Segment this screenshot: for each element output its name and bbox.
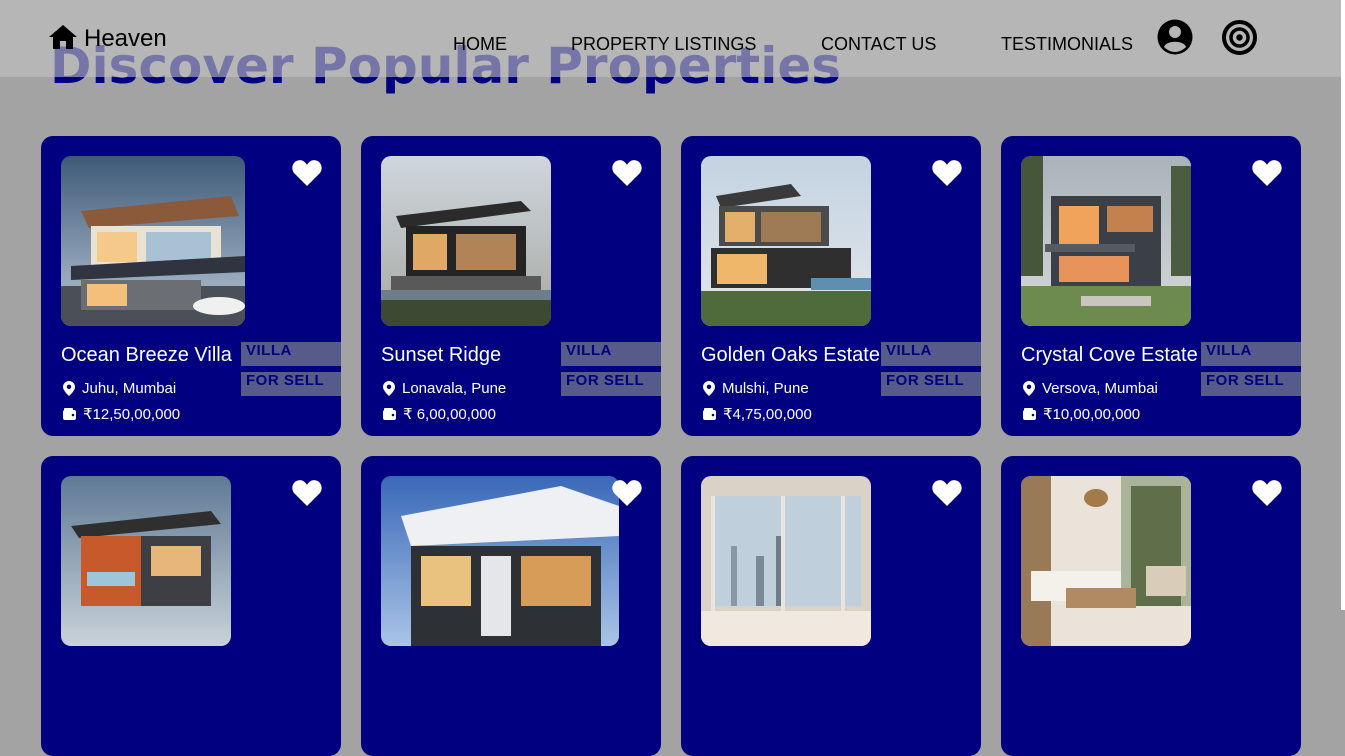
- brand-name: Heaven: [84, 25, 167, 52]
- wallet-icon: [63, 408, 76, 420]
- property-image: [61, 476, 231, 646]
- favorite-heart-icon[interactable]: [931, 478, 963, 508]
- property-title: Ocean Breeze Villa: [61, 344, 232, 366]
- scrollbar[interactable]: [1341, 0, 1345, 610]
- property-price-text: ₹ 6,00,00,000: [403, 406, 496, 423]
- property-location-text: Lonavala, Pune: [402, 380, 507, 397]
- nav-contact-us[interactable]: CONTACT US: [821, 34, 936, 54]
- property-card[interactable]: [361, 456, 661, 756]
- favorite-heart-icon[interactable]: [291, 158, 323, 188]
- property-price-text: ₹10,00,00,000: [1043, 406, 1141, 423]
- property-price-text: ₹4,75,00,000: [723, 406, 812, 423]
- property-type-badge: VILLA: [881, 342, 981, 366]
- brand-logo[interactable]: Heaven: [48, 24, 167, 53]
- nav-testimonials[interactable]: TESTIMONIALS: [1001, 34, 1133, 54]
- property-status-badge: FOR SELL: [881, 372, 981, 396]
- property-image: [381, 476, 619, 646]
- wallet-icon: [1023, 408, 1036, 420]
- location-pin-icon: [703, 381, 715, 396]
- property-type-badge: VILLA: [1201, 342, 1301, 366]
- location-pin-icon: [1023, 381, 1035, 396]
- property-location-text: Juhu, Mumbai: [82, 380, 177, 397]
- property-card[interactable]: Crystal Cove Estate VILLA FOR SELL Verso…: [1001, 136, 1301, 436]
- property-status-badge: FOR SELL: [241, 372, 341, 396]
- property-card[interactable]: [41, 456, 341, 756]
- location-pin-icon: [383, 381, 395, 396]
- property-location-text: Versova, Mumbai: [1042, 380, 1158, 397]
- property-price: ₹ 6,00,00,000: [383, 405, 496, 423]
- favorite-heart-icon[interactable]: [611, 158, 643, 188]
- property-image: [381, 156, 551, 326]
- property-image: [701, 156, 871, 326]
- property-type-badge: VILLA: [241, 342, 341, 366]
- nav-home[interactable]: HOME: [453, 34, 507, 54]
- property-price-text: ₹12,50,00,000: [83, 406, 181, 423]
- account-icon[interactable]: [1157, 19, 1193, 55]
- wallet-icon: [383, 408, 396, 420]
- property-card[interactable]: [681, 456, 981, 756]
- target-icon[interactable]: [1221, 19, 1258, 56]
- property-location: Versova, Mumbai: [1023, 380, 1158, 397]
- favorite-heart-icon[interactable]: [291, 478, 323, 508]
- property-location-text: Mulshi, Pune: [722, 380, 809, 397]
- property-title: Golden Oaks Estate: [701, 344, 880, 366]
- property-location: Mulshi, Pune: [703, 380, 809, 397]
- favorite-heart-icon[interactable]: [931, 158, 963, 188]
- property-price: ₹10,00,00,000: [1023, 405, 1140, 423]
- property-title: Sunset Ridge: [381, 344, 502, 366]
- property-type-badge: VILLA: [561, 342, 661, 366]
- nav-property-listings[interactable]: PROPERTY LISTINGS: [571, 34, 756, 54]
- property-status-badge: FOR SELL: [561, 372, 661, 396]
- home-icon: [49, 25, 77, 49]
- property-card[interactable]: [1001, 456, 1301, 756]
- property-image: [701, 476, 871, 646]
- property-price: ₹4,75,00,000: [703, 405, 812, 423]
- property-price: ₹12,50,00,000: [63, 405, 180, 423]
- favorite-heart-icon[interactable]: [1251, 158, 1283, 188]
- property-card[interactable]: Ocean Breeze Villa VILLA FOR SELL Juhu, …: [41, 136, 341, 436]
- property-location: Lonavala, Pune: [383, 380, 506, 397]
- property-image: [1021, 156, 1191, 326]
- property-card[interactable]: Sunset Ridge VILLA FOR SELL Lonavala, Pu…: [361, 136, 661, 436]
- property-location: Juhu, Mumbai: [63, 380, 176, 397]
- property-title: Crystal Cove Estate: [1021, 344, 1198, 366]
- property-image: [1021, 476, 1191, 646]
- wallet-icon: [703, 408, 716, 420]
- favorite-heart-icon[interactable]: [1251, 478, 1283, 508]
- favorite-heart-icon[interactable]: [611, 478, 643, 508]
- location-pin-icon: [63, 381, 75, 396]
- property-status-badge: FOR SELL: [1201, 372, 1301, 396]
- navbar: Heaven HOME PROPERTY LISTINGS CONTACT US…: [0, 0, 1341, 77]
- property-image: [61, 156, 245, 326]
- property-card[interactable]: Golden Oaks Estate VILLA FOR SELL Mulshi…: [681, 136, 981, 436]
